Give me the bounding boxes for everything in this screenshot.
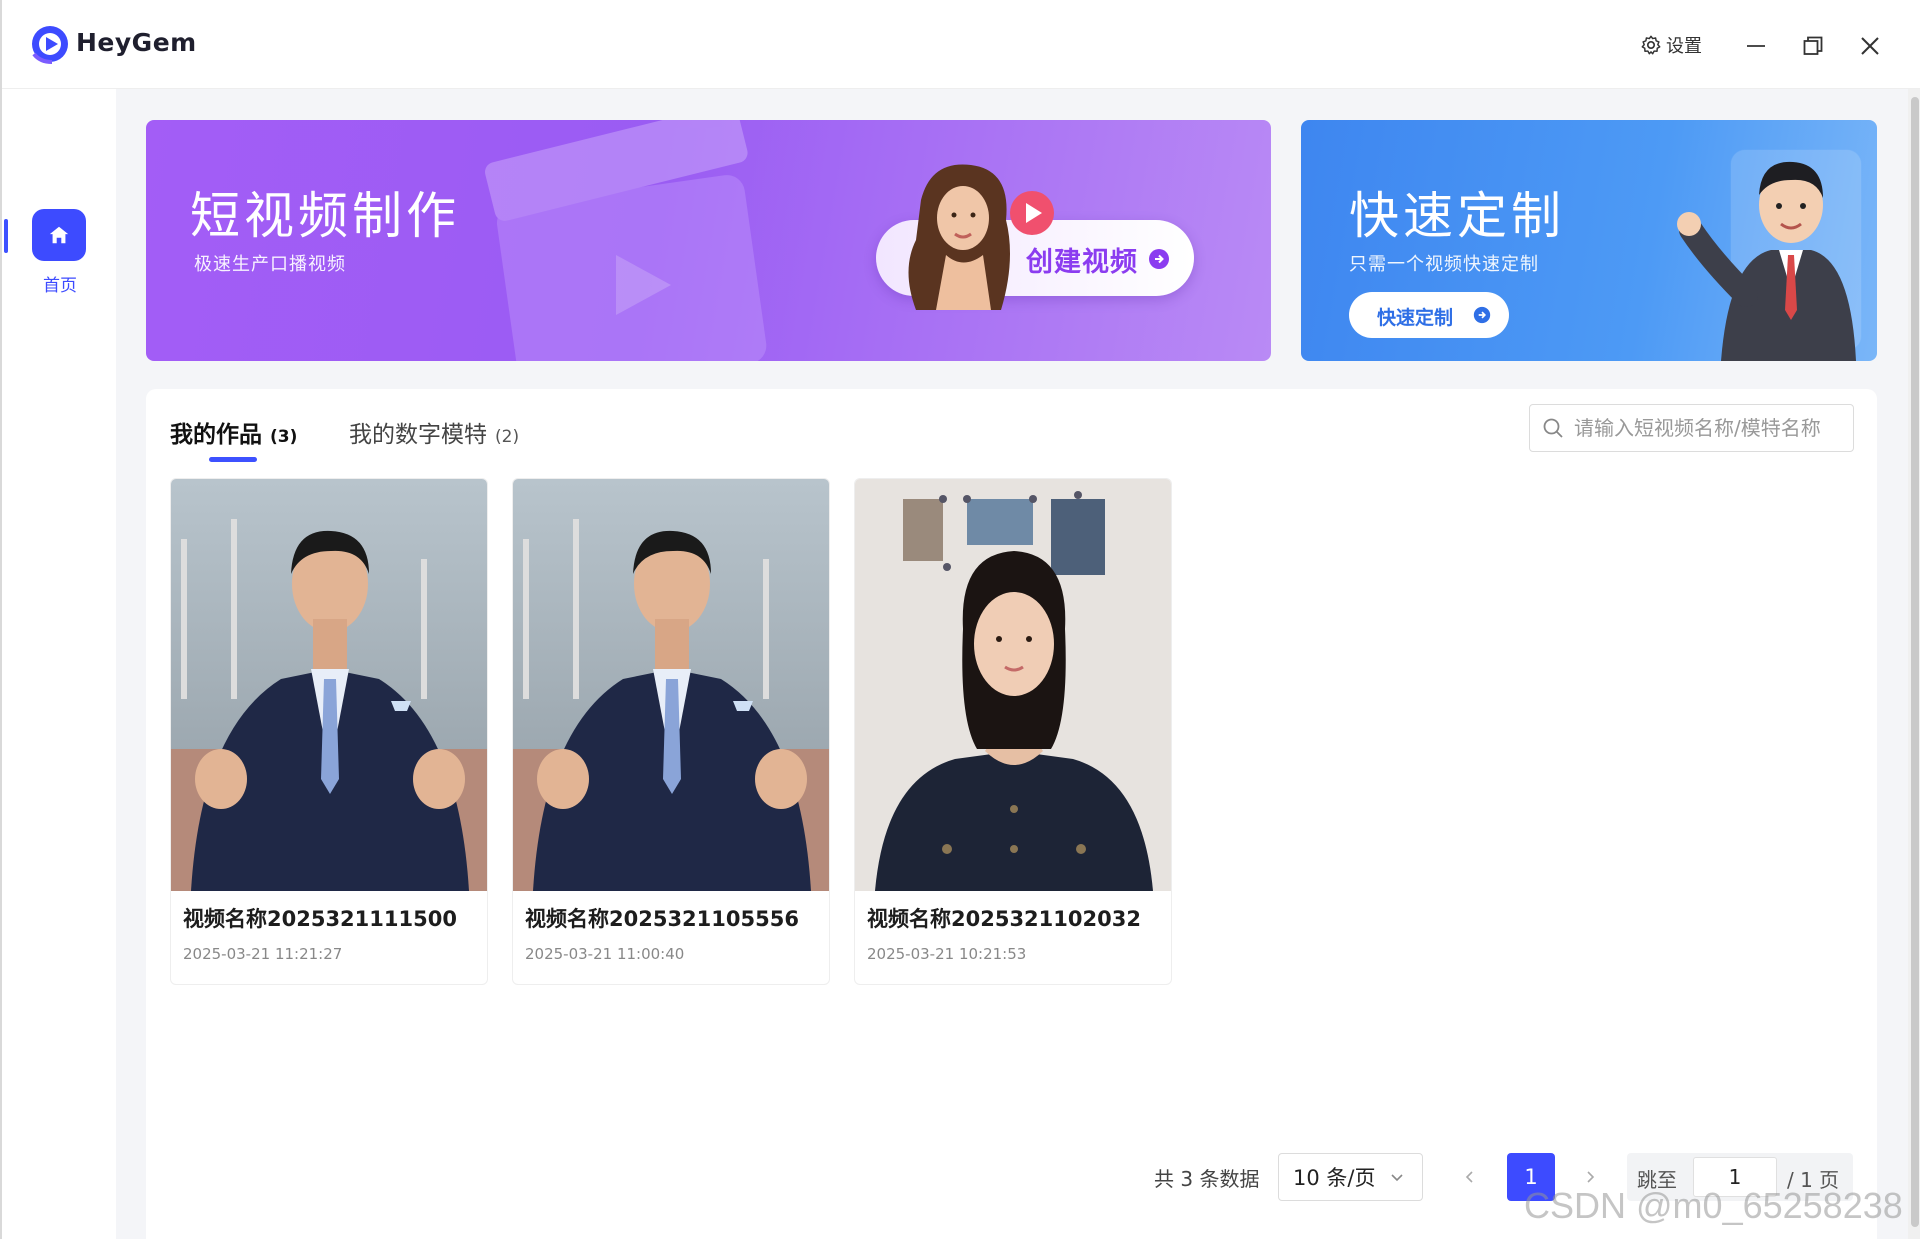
sidebar-item-home-label[interactable]: 首页: [4, 271, 116, 296]
banner-quick-custom[interactable]: 快速定制 只需一个视频快速定制 快速定制: [1301, 120, 1877, 361]
nav-active-indicator: [4, 219, 8, 253]
watermark-text: CSDN @m0_65258238: [1524, 1185, 1903, 1226]
banner-short-video-title: 短视频制作: [190, 187, 460, 245]
search-icon: [1543, 418, 1563, 438]
page-size-select[interactable]: 10 条/页: [1278, 1153, 1423, 1201]
restore-icon: [1803, 36, 1823, 55]
home-icon: [49, 226, 69, 244]
tab-my-works-count: (3): [270, 427, 298, 447]
tab-my-works-label: 我的作品: [170, 422, 262, 448]
restore-button[interactable]: [1793, 26, 1833, 66]
works-panel: 我的作品 (3) 我的数字模特 (2) 请输入短视频名称/模特名称 视频名称20…: [146, 389, 1877, 1239]
heygem-logo-icon: [32, 26, 68, 64]
title-bar: HeyGem 设置: [2, 0, 1920, 89]
work-thumbnail[interactable]: [513, 479, 829, 891]
work-title: 视频名称2025321105556: [525, 907, 799, 931]
tab-my-digital-models-count: (2): [495, 427, 520, 447]
search-box[interactable]: [1529, 404, 1854, 452]
settings-label: 设置: [1666, 36, 1702, 57]
chevron-down-icon: [1391, 1174, 1404, 1182]
banner-short-video-subtitle: 极速生产口播视频: [194, 254, 346, 275]
tab-my-digital-models[interactable]: 我的数字模特 (2): [349, 415, 519, 449]
work-title: 视频名称2025321111500: [183, 907, 457, 931]
gear-icon: [1641, 35, 1661, 55]
banner-short-video[interactable]: 短视频制作 极速生产口播视频 创建视频: [146, 120, 1271, 361]
app-name: HeyGem: [76, 28, 197, 57]
clapperboard-illustration: [485, 120, 767, 361]
create-video-label: 创建视频: [1026, 247, 1138, 278]
sidebar-item-home[interactable]: [32, 209, 86, 261]
banner-quick-custom-subtitle: 只需一个视频快速定制: [1349, 254, 1539, 275]
vertical-scrollbar[interactable]: [1908, 89, 1920, 1239]
work-thumbnail[interactable]: [855, 479, 1171, 891]
arrow-right-circle-icon: [1473, 306, 1491, 324]
page-size-value: 10 条/页: [1293, 1166, 1376, 1190]
work-card[interactable]: 视频名称2025321102032 2025-03-21 10:21:53: [854, 478, 1172, 985]
work-title: 视频名称2025321102032: [867, 907, 1141, 931]
arrow-right-circle-icon: [1149, 249, 1169, 269]
settings-button[interactable]: 设置: [1640, 32, 1702, 58]
works-grid: 视频名称2025321111500 2025-03-21 11:21:27 视频…: [170, 478, 1172, 985]
chevron-right-icon: [1587, 1171, 1595, 1183]
minimize-button[interactable]: [1736, 26, 1776, 66]
active-tab-underline: [209, 457, 257, 462]
man-thumbnail-image: [171, 479, 487, 891]
work-date: 2025-03-21 11:00:40: [525, 945, 685, 963]
man-thumbnail-image: [513, 479, 829, 891]
minimize-icon: [1747, 45, 1765, 47]
chevron-left-icon: [1465, 1171, 1473, 1183]
banner-quick-custom-title: 快速定制: [1349, 187, 1565, 245]
scrollbar-thumb[interactable]: [1911, 97, 1919, 1227]
quick-custom-label: 快速定制: [1377, 307, 1454, 329]
tab-my-works[interactable]: 我的作品 (3): [170, 415, 297, 449]
sidebar: 首页: [4, 89, 116, 1239]
close-icon: [1861, 37, 1879, 55]
tab-my-digital-models-label: 我的数字模特: [349, 422, 487, 448]
close-button[interactable]: [1850, 26, 1890, 66]
app-window: HeyGem 设置 首页 短视频制作 极速生产口播视频 创建视频 快速定制 只需…: [0, 0, 1920, 1239]
pagination-total: 共 3 条数据: [1154, 1167, 1260, 1191]
work-thumbnail[interactable]: [171, 479, 487, 891]
businessman-illustration: [1677, 149, 1862, 361]
woman-thumbnail-image: [855, 479, 1171, 891]
play-circle-icon: [1010, 191, 1054, 235]
work-card[interactable]: 视频名称2025321105556 2025-03-21 11:00:40: [512, 478, 830, 985]
quick-custom-button[interactable]: 快速定制: [1349, 292, 1509, 338]
search-input[interactable]: [1574, 416, 1844, 440]
prev-page-button[interactable]: [1454, 1161, 1486, 1193]
work-date: 2025-03-21 10:21:53: [867, 945, 1027, 963]
work-date: 2025-03-21 11:21:27: [183, 945, 343, 963]
work-card[interactable]: 视频名称2025321111500 2025-03-21 11:21:27: [170, 478, 488, 985]
